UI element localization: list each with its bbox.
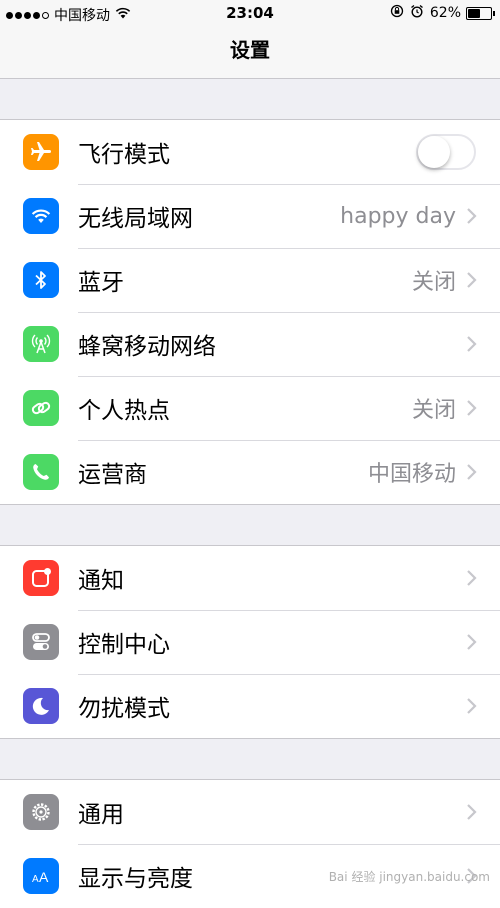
wifi-icon: [23, 198, 59, 234]
hotspot-icon: [23, 390, 59, 426]
chevron-right-icon: [467, 804, 477, 820]
row-label: 无线局域网: [78, 206, 193, 232]
row-label: 蜂窝移动网络: [78, 334, 216, 360]
row-value: 中国移动: [367, 462, 456, 487]
row-notifications[interactable]: 通知: [0, 546, 500, 610]
control-center-icon: [23, 624, 59, 660]
row-control-center[interactable]: 控制中心: [0, 610, 500, 674]
airplane-mode-toggle[interactable]: [416, 134, 476, 170]
row-label: 控制中心: [78, 632, 170, 658]
svg-text:A: A: [39, 869, 49, 885]
row-value: 关闭: [411, 270, 456, 295]
cellular-icon: [23, 326, 59, 362]
row-label: 运营商: [78, 462, 147, 488]
watermark: Bai 经验 jingyan.baidu.com: [328, 870, 490, 884]
page-title: 设置: [230, 38, 270, 62]
settings-group-notifications: 通知 控制中心 勿扰模式: [0, 545, 500, 739]
chevron-right-icon: [467, 208, 477, 224]
row-carrier[interactable]: 运营商 中国移动: [0, 440, 500, 504]
chevron-right-icon: [467, 634, 477, 650]
orientation-lock-icon: [390, 4, 404, 22]
airplane-icon: [23, 134, 59, 170]
row-label: 通用: [78, 802, 124, 828]
status-bar: 中国移动 23:04 62%: [0, 0, 500, 28]
chevron-right-icon: [467, 464, 477, 480]
row-airplane-mode: 飞行模式: [0, 120, 500, 184]
gear-icon: [23, 794, 59, 830]
chevron-right-icon: [467, 400, 477, 416]
battery-percent: 62%: [429, 5, 461, 21]
status-right: 62%: [390, 4, 495, 22]
row-label: 飞行模式: [78, 142, 170, 168]
settings-group-connectivity: 飞行模式 无线局域网 happy day 蓝牙 关闭 蜂窝移动网络 个人热点 关…: [0, 119, 500, 505]
row-label: 个人热点: [78, 398, 170, 424]
battery-icon: [466, 6, 495, 20]
row-label: 通知: [78, 568, 124, 594]
row-general[interactable]: 通用: [0, 780, 500, 844]
row-personal-hotspot[interactable]: 个人热点 关闭: [0, 376, 500, 440]
row-value: happy day: [340, 203, 456, 229]
chevron-right-icon: [467, 698, 477, 714]
moon-icon: [23, 688, 59, 724]
phone-icon: [23, 454, 59, 490]
row-label: 勿扰模式: [78, 696, 170, 722]
toggle-knob: [418, 136, 450, 168]
svg-text:A: A: [32, 874, 39, 885]
chevron-right-icon: [467, 570, 477, 586]
row-value: 关闭: [411, 398, 456, 423]
chevron-right-icon: [467, 272, 477, 288]
navigation-bar: 设置: [0, 28, 500, 79]
row-do-not-disturb[interactable]: 勿扰模式: [0, 674, 500, 738]
alarm-icon: [410, 4, 424, 22]
bluetooth-icon: [23, 262, 59, 298]
row-cellular[interactable]: 蜂窝移动网络: [0, 312, 500, 376]
row-wifi[interactable]: 无线局域网 happy day: [0, 184, 500, 248]
notification-icon: [23, 560, 59, 596]
row-bluetooth[interactable]: 蓝牙 关闭: [0, 248, 500, 312]
chevron-right-icon: [467, 336, 477, 352]
battery-fill: [468, 8, 480, 18]
row-label: 蓝牙: [78, 270, 124, 296]
